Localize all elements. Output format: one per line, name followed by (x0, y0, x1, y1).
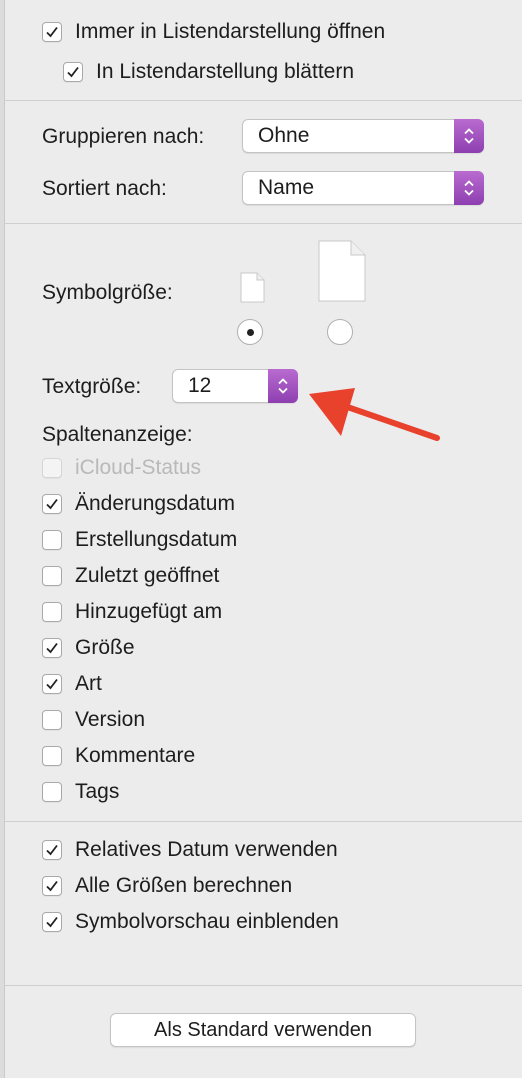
icon-size-label: Symbolgröße: (42, 281, 173, 304)
option-label: Größe (75, 636, 135, 659)
checkmark-icon (46, 880, 58, 892)
option-label: Immer in Listendarstellung öffnen (75, 20, 386, 43)
text-size-label: Textgröße: (42, 375, 142, 398)
group-by-popup[interactable]: Ohne (242, 119, 484, 153)
checkmark-icon (46, 498, 58, 510)
checkmark-icon (46, 642, 58, 654)
column-version[interactable]: Version (42, 708, 145, 732)
checkmark-icon (46, 26, 58, 38)
checkbox[interactable] (42, 876, 62, 896)
chevron-up-down-icon (464, 128, 474, 144)
column-modified-date[interactable]: Änderungsdatum (42, 492, 235, 516)
checkbox (42, 458, 62, 478)
checkbox[interactable] (42, 494, 62, 514)
option-label: Tags (75, 780, 120, 803)
popup-stepper[interactable] (454, 119, 484, 153)
option-label: Zuletzt geöffnet (75, 564, 220, 587)
sort-by-label: Sortiert nach: (42, 177, 167, 200)
popup-stepper[interactable] (454, 171, 484, 205)
checkbox[interactable] (42, 782, 62, 802)
option-label: Erstellungsdatum (75, 528, 238, 551)
columns-label: Spaltenanzeige: (42, 423, 193, 446)
use-as-defaults-button[interactable]: Als Standard verwenden (110, 1013, 416, 1047)
column-created-date[interactable]: Erstellungsdatum (42, 528, 237, 552)
radio-selected-dot (246, 328, 254, 336)
column-kind[interactable]: Art (42, 672, 102, 696)
checkbox[interactable] (42, 530, 62, 550)
checkbox[interactable] (42, 638, 62, 658)
option-show-icon-preview[interactable]: Symbolvorschau einblenden (42, 910, 339, 934)
separator (4, 223, 522, 224)
large-document-icon (318, 240, 366, 302)
column-tags[interactable]: Tags (42, 780, 119, 804)
option-calculate-all-sizes[interactable]: Alle Größen berechnen (42, 874, 292, 898)
option-label: Relatives Datum verwenden (75, 838, 338, 861)
chevron-up-down-icon (278, 378, 288, 394)
checkbox[interactable] (42, 746, 62, 766)
option-open-in-list-view[interactable]: Immer in Listendarstellung öffnen (42, 20, 385, 44)
text-size-popup[interactable]: 12 (172, 369, 298, 403)
icon-size-small-radio[interactable] (237, 319, 263, 345)
sort-by-value: Name (258, 176, 315, 199)
option-browse-in-list-view[interactable]: In Listendarstellung blättern (63, 60, 354, 84)
option-label: In Listendarstellung blättern (96, 60, 354, 83)
column-date-added[interactable]: Hinzugefügt am (42, 600, 222, 624)
separator (4, 985, 522, 986)
checkbox[interactable] (42, 840, 62, 860)
checkmark-icon (46, 844, 58, 856)
checkmark-icon (46, 916, 58, 928)
option-label: Kommentare (75, 744, 196, 767)
checkbox[interactable] (42, 674, 62, 694)
checkbox[interactable] (42, 22, 62, 42)
checkbox[interactable] (42, 602, 62, 622)
checkmark-icon (46, 678, 58, 690)
checkbox[interactable] (42, 912, 62, 932)
window-left-border (0, 0, 5, 1078)
group-by-label: Gruppieren nach: (42, 125, 205, 148)
text-size-value: 12 (188, 374, 212, 397)
option-relative-dates[interactable]: Relatives Datum verwenden (42, 838, 338, 862)
checkbox[interactable] (42, 710, 62, 730)
column-icloud-status: iCloud-Status (42, 456, 201, 480)
popup-stepper[interactable] (268, 369, 298, 403)
checkmark-icon (67, 66, 79, 78)
column-comments[interactable]: Kommentare (42, 744, 195, 768)
checkbox[interactable] (63, 62, 83, 82)
column-size[interactable]: Größe (42, 636, 135, 660)
option-label: Alle Größen berechnen (75, 874, 293, 897)
small-document-icon (240, 272, 265, 303)
option-label: Symbolvorschau einblenden (75, 910, 339, 933)
option-label: Änderungsdatum (75, 492, 235, 515)
icon-size-large-radio[interactable] (327, 319, 353, 345)
group-by-value: Ohne (258, 124, 310, 147)
annotation-arrow-icon (309, 388, 440, 441)
separator (4, 821, 522, 822)
option-label: Hinzugefügt am (75, 600, 223, 623)
separator (4, 100, 522, 101)
option-label: Version (75, 708, 146, 731)
column-last-opened[interactable]: Zuletzt geöffnet (42, 564, 219, 588)
chevron-up-down-icon (464, 180, 474, 196)
checkbox[interactable] (42, 566, 62, 586)
option-label: Art (75, 672, 102, 695)
sort-by-popup[interactable]: Name (242, 171, 484, 205)
option-label: iCloud-Status (75, 456, 202, 479)
